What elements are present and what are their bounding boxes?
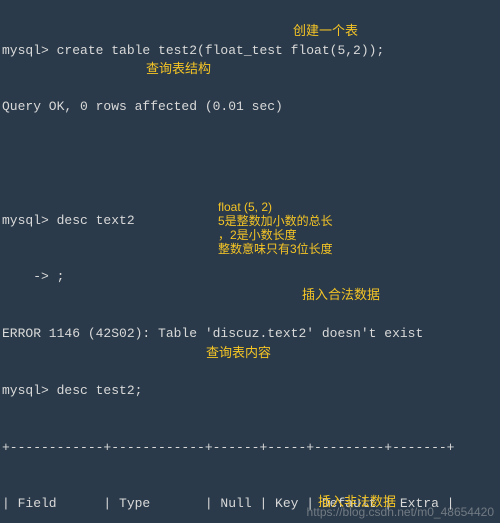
terminal-line: | Field | Type | Null | Key | Default | … (2, 495, 498, 514)
annotation-create-table: 创建一个表 (293, 22, 358, 41)
terminal-line: mysql> create table test2(float_test flo… (2, 42, 498, 61)
terminal-line: Query OK, 0 rows affected (0.01 sec) (2, 98, 498, 117)
terminal-line (2, 155, 498, 174)
terminal-line: ERROR 1146 (42S02): Table 'discuz.text2'… (2, 325, 498, 344)
annotation-float-explain-3: ，2是小数长度 (218, 228, 297, 242)
terminal-output: mysql> create table test2(float_test flo… (0, 0, 500, 523)
annotation-insert-illegal: 插入非法数据 (318, 493, 396, 512)
annotation-desc-structure: 查询表结构 (146, 60, 211, 79)
annotation-float-explain-2: 5是整数加小数的总长 (218, 214, 333, 228)
annotation-float-explain-4: 整数意味只有3位长度 (218, 242, 333, 256)
terminal-line: -> ; (2, 268, 498, 287)
annotation-insert-legal: 插入合法数据 (302, 286, 380, 305)
annotation-select-content: 查询表内容 (206, 344, 271, 363)
terminal-line: +------------+------------+------+-----+… (2, 439, 498, 458)
terminal-line: mysql> desc test2; (2, 382, 498, 401)
annotation-float-explain-1: float (5, 2) (218, 200, 272, 214)
